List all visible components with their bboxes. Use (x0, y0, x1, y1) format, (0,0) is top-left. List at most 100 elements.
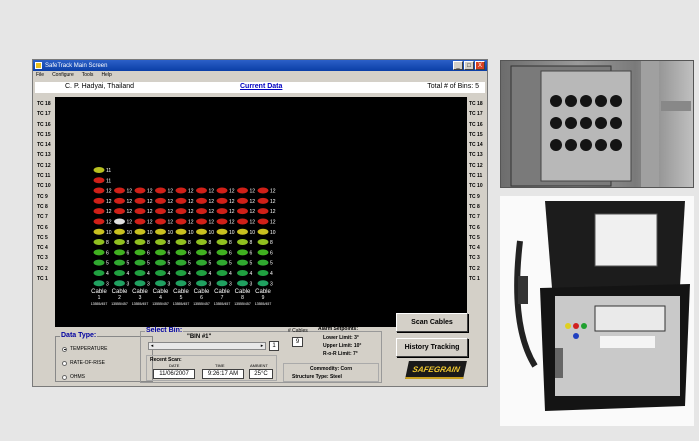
tc-label: TC 18 (37, 101, 51, 107)
connector-hole (595, 117, 607, 129)
radio-dot-icon (62, 360, 67, 366)
sensor-led (93, 280, 105, 287)
sensor-value: 4 (209, 271, 212, 277)
sensor-value: 12 (168, 209, 174, 215)
menu-tools[interactable]: Tools (82, 72, 94, 78)
sensor-led (216, 239, 228, 246)
sensor-led (216, 259, 228, 266)
tc-label: TC 2 (37, 265, 48, 272)
sensor-value: 6 (270, 250, 273, 256)
radio-dot-icon (62, 346, 67, 352)
sensor-led (134, 269, 146, 276)
connector-hole (610, 139, 622, 151)
sensor-value: 8 (188, 240, 191, 246)
cable-label: 4 (159, 295, 162, 301)
sensor-led (237, 259, 248, 266)
tc-label: TC 4 (469, 245, 480, 252)
menu-help[interactable]: Help (101, 72, 111, 78)
maximize-button[interactable]: □ (464, 61, 474, 70)
tc-labels-right: TC 18 TC 17 TC 16 TC 15 TC 14 TC 13 TC 12 TC 11… (469, 99, 487, 284)
sensor-value: 4 (229, 271, 232, 277)
sensor-value: 12 (106, 219, 112, 225)
sensor-led (114, 187, 125, 194)
tc-label: TC 8 (37, 203, 48, 210)
cable-label: 6 (200, 295, 203, 301)
tc-label: TC 10 (37, 183, 51, 190)
sensor-led (257, 208, 269, 215)
radio-rate-of-rise[interactable]: RATE-OF-RISE (62, 360, 105, 366)
sensor-led (155, 259, 166, 266)
sensor-led (155, 218, 166, 225)
sensor-value: 12 (229, 219, 235, 225)
sensor-led (196, 218, 207, 225)
sensor-value: 12 (147, 209, 153, 215)
sensor-led (257, 269, 269, 276)
connector-hole (550, 139, 562, 151)
radio-ohms[interactable]: OHMS (62, 374, 85, 380)
tc-label: TC 5 (469, 234, 480, 241)
sensor-display: 11 11 12 12 12 12 12 12 12 12 12 12 12 12 12 12 12 12 12 12… (55, 97, 467, 327)
current-data-link[interactable]: Current Data (240, 83, 282, 90)
bin-slider[interactable]: ◂ ▸ (148, 342, 266, 350)
alarm-ror: R-o-R Limit: 7° (323, 351, 358, 357)
sensor-value: 12 (209, 189, 215, 195)
structure-label: Structure Type: Steel (292, 374, 342, 380)
slider-right-icon[interactable]: ▸ (259, 343, 265, 349)
tc-label: TC 13 (37, 152, 51, 159)
menu-configure[interactable]: Configure (52, 72, 74, 78)
sensor-value: 4 (270, 271, 273, 277)
sensor-led (134, 259, 146, 266)
slider-left-icon[interactable]: ◂ (149, 343, 155, 349)
sensor-led (257, 249, 269, 256)
connector-hole (595, 95, 607, 107)
scan-cables-button[interactable]: Scan Cables (396, 313, 468, 332)
tc-label: TC 18 (469, 101, 483, 107)
sensor-value: 12 (127, 189, 133, 195)
sensor-value: 4 (106, 271, 109, 277)
sensor-value: 3 (168, 281, 171, 287)
cable-label: 13555/457 (111, 302, 128, 306)
cable-label: 13555/457 (91, 302, 108, 306)
tc-label: TC 16 (37, 121, 51, 128)
sensor-led (257, 187, 269, 194)
sensor-led (216, 228, 228, 235)
tc-label: TC 6 (37, 224, 48, 231)
sensor-led (237, 239, 248, 246)
tc-label: TC 9 (37, 193, 48, 200)
commodity-label: Commodity: Corn (310, 366, 353, 372)
window-title: SafeTrack Main Screen (45, 62, 108, 69)
cable-label: 13555/457 (132, 302, 149, 306)
sensor-led (196, 280, 207, 287)
info-bar: C. P. Hadyai, Thailand Current Data Tota… (35, 82, 485, 93)
minimize-button[interactable]: _ (453, 61, 463, 70)
sensor-led (134, 280, 146, 287)
cables-count-field: 9 (292, 337, 303, 347)
menu-file[interactable]: File (36, 72, 44, 78)
title-bar: SafeTrack Main Screen _ □ X (33, 60, 487, 71)
tc-label: TC 3 (469, 255, 480, 262)
sensor-value: 4 (168, 271, 171, 277)
sensor-led (237, 208, 248, 215)
alarm-setpoints: Alarm Setpoints: Lower Limit: 3° Upper L… (312, 326, 380, 358)
sensor-led (175, 208, 187, 215)
sensor-value: 12 (250, 209, 256, 215)
radio-temperature[interactable]: TEMPERATURE (62, 346, 107, 352)
sensor-value: 3 (250, 281, 253, 287)
cable-label: 13555/457 (255, 302, 272, 306)
sensor-value: 10 (188, 230, 194, 236)
sensor-value: 3 (229, 281, 232, 287)
history-tracking-button[interactable]: History Tracking (396, 338, 468, 357)
tc-label: TC 10 (469, 183, 483, 190)
sensor-value: 12 (127, 209, 133, 215)
sensor-value: 12 (168, 189, 174, 195)
sensor-value: 3 (127, 281, 130, 287)
tc-labels-left: TC 18 TC 17 TC 16 TC 15 TC 14 TC 13 TC 12 TC 11… (37, 99, 55, 284)
main-window: SafeTrack Main Screen _ □ X File Configu… (32, 59, 488, 387)
close-button[interactable]: X (475, 61, 485, 70)
sensor-led (134, 249, 146, 256)
bin-number-field[interactable]: 1 (269, 341, 279, 351)
sensor-led (216, 208, 228, 215)
connector-hole (610, 95, 622, 107)
sensor-led (175, 197, 187, 204)
location-label: C. P. Hadyai, Thailand (65, 83, 135, 90)
